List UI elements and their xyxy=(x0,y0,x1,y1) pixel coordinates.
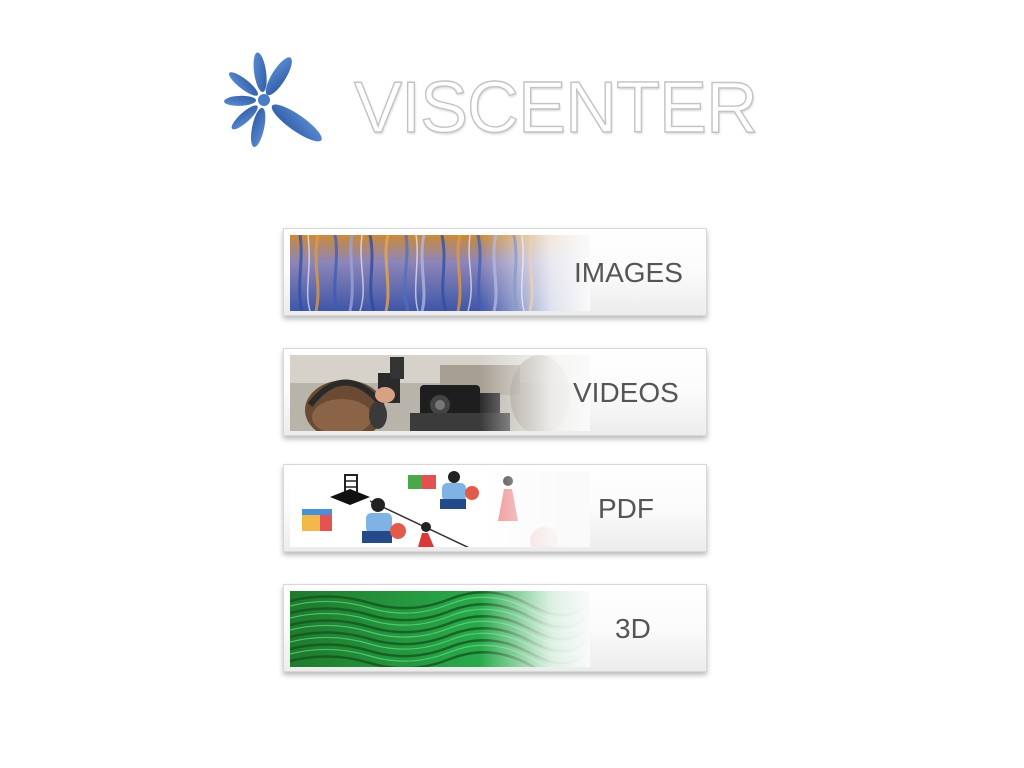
videos-button[interactable]: VIDEOS xyxy=(283,348,707,436)
starburst-logo-icon xyxy=(224,52,322,147)
pdf-button-label: PDF xyxy=(598,493,654,524)
pdf-button[interactable]: PDF xyxy=(283,464,707,552)
images-thumbnail xyxy=(290,235,590,311)
viscenter-logo: VISCENTER xyxy=(218,50,759,165)
videos-thumbnail xyxy=(290,355,590,431)
3d-button[interactable]: 3D xyxy=(283,584,707,672)
page: VISCENTER IMAGES VIDEOS PDF 3D xyxy=(0,0,1024,768)
logo-wordmark: VISCENTER xyxy=(353,67,758,148)
3d-button-label: 3D xyxy=(615,613,651,644)
3d-thumbnail xyxy=(290,591,590,667)
images-button[interactable]: IMAGES xyxy=(283,228,707,316)
videos-button-label: VIDEOS xyxy=(573,377,679,408)
pdf-thumbnail xyxy=(290,471,590,547)
images-button-label: IMAGES xyxy=(574,257,683,288)
